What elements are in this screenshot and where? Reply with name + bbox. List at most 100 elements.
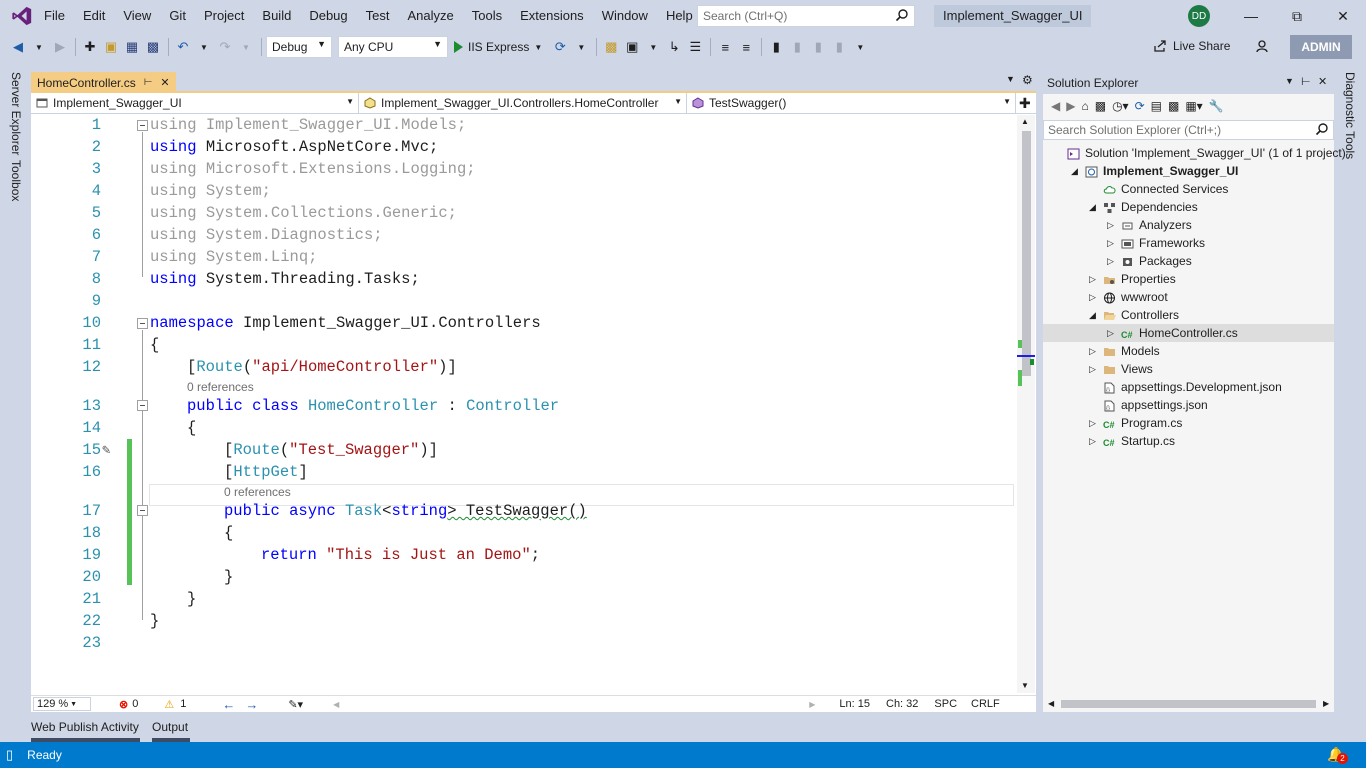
code-line[interactable]: 5 using System.Collections.Generic; xyxy=(31,204,1016,226)
live-share-button[interactable]: Live Share xyxy=(1153,38,1270,54)
codelens-references[interactable]: 0 references xyxy=(224,485,291,499)
gear-icon[interactable]: ⚙ xyxy=(1022,73,1033,87)
editor-vertical-scrollbar[interactable]: ▲ ▼ xyxy=(1017,115,1035,693)
tree-item-appsettings-development-json[interactable]: {} appsettings.Development.json xyxy=(1043,378,1334,396)
class-nav-select[interactable]: Implement_Swagger_UI.Controllers.HomeCon… xyxy=(359,93,687,114)
code-text-area[interactable]: ✎ 1 using Implement_Swagger_UI.Models; 2 us… xyxy=(31,115,1016,693)
code-line[interactable]: 20} xyxy=(31,568,1016,590)
screenshot-icon[interactable]: ▣ xyxy=(622,37,642,57)
properties-wrench-icon[interactable]: 🔧 xyxy=(1209,99,1224,113)
code-line[interactable]: 10 namespace Implement_Swagger_UI.Control… xyxy=(31,314,1016,336)
menu-item-analyze[interactable]: Analyze xyxy=(398,0,462,32)
menu-item-view[interactable]: View xyxy=(114,0,160,32)
chevron-down-icon[interactable]: ▼ xyxy=(236,37,256,57)
save-icon[interactable]: ▦ xyxy=(122,37,142,57)
pending-changes-icon[interactable]: ◷▾ xyxy=(1112,99,1129,113)
menu-item-window[interactable]: Window xyxy=(593,0,657,32)
expand-arrow-icon[interactable]: ▷ xyxy=(1089,432,1099,450)
chevron-down-icon[interactable]: ▼ xyxy=(1006,74,1015,84)
close-icon[interactable]: ✕ xyxy=(1320,0,1366,32)
tree-item-views[interactable]: ▷ Views xyxy=(1043,360,1334,378)
avatar[interactable]: DD xyxy=(1188,5,1210,27)
next-issue-icon[interactable]: → xyxy=(245,697,258,712)
server-explorer-tab[interactable]: Server Explorer xyxy=(9,72,23,155)
menu-item-project[interactable]: Project xyxy=(195,0,253,32)
scroll-thumb[interactable] xyxy=(1022,131,1031,376)
error-icon[interactable]: ⊗ xyxy=(119,698,128,711)
pin-icon[interactable]: ⊢ xyxy=(1301,75,1311,88)
code-line[interactable]: 6 using System.Diagnostics; xyxy=(31,226,1016,248)
scroll-right-icon[interactable]: ▶ xyxy=(1323,699,1329,708)
menu-item-file[interactable]: File xyxy=(44,0,74,32)
sync-icon[interactable]: ⟳ xyxy=(1135,99,1145,113)
collapse-arrow-icon[interactable]: ◢ xyxy=(1071,162,1081,180)
expand-arrow-icon[interactable]: ▷ xyxy=(1089,414,1099,432)
code-line[interactable]: 23 xyxy=(31,634,1016,656)
code-line[interactable]: 8 using System.Threading.Tasks; xyxy=(31,270,1016,292)
menu-item-help[interactable]: Help xyxy=(657,0,702,32)
code-line[interactable]: 11 { xyxy=(31,336,1016,358)
tab-homecontroller[interactable]: HomeController.cs ⊢ ✕ xyxy=(31,72,176,93)
tree-item-controllers[interactable]: ◢ Controllers xyxy=(1043,306,1334,324)
tree-item-startup-cs[interactable]: ▷ C# Startup.cs xyxy=(1043,432,1334,450)
tree-item-solution-implement-swagger-ui-1-of-1-project[interactable]: Solution 'Implement_Swagger_UI' (1 of 1 … xyxy=(1043,144,1346,162)
scroll-left-icon[interactable]: ◀ xyxy=(333,700,339,709)
close-icon[interactable]: ✕ xyxy=(1318,75,1327,88)
prev-issue-icon[interactable]: ← xyxy=(222,697,235,712)
tree-item-frameworks[interactable]: ▷ Frameworks xyxy=(1043,234,1334,252)
global-search-input[interactable]: Search (Ctrl+Q) xyxy=(697,5,915,27)
scroll-left-icon[interactable]: ◀ xyxy=(1048,699,1054,708)
expand-arrow-icon[interactable]: ▷ xyxy=(1107,324,1117,342)
zoom-select[interactable]: 129 % ▼ xyxy=(33,697,91,711)
tree-item-properties[interactable]: ▷ Properties xyxy=(1043,270,1334,288)
overflow-icon[interactable]: ▼ xyxy=(643,37,663,57)
scroll-right-icon[interactable]: ▶ xyxy=(809,700,815,709)
clear-bookmarks-icon[interactable]: ▮ xyxy=(829,37,849,57)
spacing-indicator[interactable]: SPC xyxy=(934,698,957,710)
code-line[interactable]: 2 using Microsoft.AspNetCore.Mvc; xyxy=(31,138,1016,160)
find-in-files-icon[interactable]: ▩ xyxy=(601,37,621,57)
home-icon[interactable]: ⌂ xyxy=(1081,99,1088,113)
close-icon[interactable]: ✕ xyxy=(160,76,169,89)
minimize-icon[interactable]: — xyxy=(1228,0,1274,32)
warning-icon[interactable]: ⚠ xyxy=(164,698,174,711)
tree-item-models[interactable]: ▷ Models xyxy=(1043,342,1334,360)
code-line[interactable]: 16 [HttpGet] xyxy=(31,463,1016,485)
menu-item-test[interactable]: Test xyxy=(357,0,399,32)
bookmark-icon[interactable]: ▮ xyxy=(766,37,786,57)
chevron-down-icon[interactable]: ▼ xyxy=(194,37,214,57)
tree-item-analyzers[interactable]: ▷ Analyzers xyxy=(1043,216,1334,234)
line-ending-indicator[interactable]: CRLF xyxy=(971,698,1000,710)
tree-item-dependencies[interactable]: ◢ Dependencies xyxy=(1043,198,1334,216)
step-into-icon[interactable]: ↳ xyxy=(664,37,684,57)
new-project-icon[interactable]: ✚ xyxy=(80,37,100,57)
tab-output[interactable]: Output xyxy=(152,720,188,734)
expand-arrow-icon[interactable]: ▷ xyxy=(1089,288,1099,306)
tree-item-appsettings-json[interactable]: {} appsettings.json xyxy=(1043,396,1334,414)
open-folder-icon[interactable]: ▣ xyxy=(101,37,121,57)
feedback-icon[interactable] xyxy=(1254,38,1270,54)
collapse-arrow-icon[interactable]: ◢ xyxy=(1089,198,1099,216)
code-line[interactable]: 15 [Route("Test_Swagger")] xyxy=(31,441,1016,463)
solution-horizontal-scrollbar[interactable]: ◀ ▶ xyxy=(1043,696,1334,712)
menu-item-debug[interactable]: Debug xyxy=(300,0,356,32)
codelens-references[interactable]: 0 references xyxy=(187,380,254,394)
restore-icon[interactable]: ⧉ xyxy=(1274,0,1320,32)
code-line[interactable]: 22} xyxy=(31,612,1016,634)
uncomment-icon[interactable]: ≡ xyxy=(736,37,756,57)
expand-arrow-icon[interactable]: ▷ xyxy=(1089,270,1099,288)
tree-item-wwwroot[interactable]: ▷ wwwroot xyxy=(1043,288,1334,306)
back-icon[interactable]: ◀ xyxy=(8,37,28,57)
pin-icon[interactable]: ⊢ xyxy=(144,77,153,88)
chevron-down-icon[interactable]: ▼ xyxy=(29,37,49,57)
expand-arrow-icon[interactable]: ▷ xyxy=(1089,342,1099,360)
code-line[interactable]: 12 [Route("api/HomeController")] xyxy=(31,358,1016,380)
chevron-down-icon[interactable]: ▼ xyxy=(571,37,591,57)
menu-item-edit[interactable]: Edit xyxy=(74,0,114,32)
refresh-icon[interactable]: ⟳ xyxy=(550,37,570,57)
forward-icon[interactable]: ▶ xyxy=(1066,99,1075,113)
forward-icon[interactable]: ▶ xyxy=(50,37,70,57)
code-line[interactable]: 1 using Implement_Swagger_UI.Models; xyxy=(31,116,1016,138)
split-editor-icon[interactable]: ✚ xyxy=(1019,95,1031,112)
run-button[interactable]: IIS Express ▼ xyxy=(454,40,542,54)
